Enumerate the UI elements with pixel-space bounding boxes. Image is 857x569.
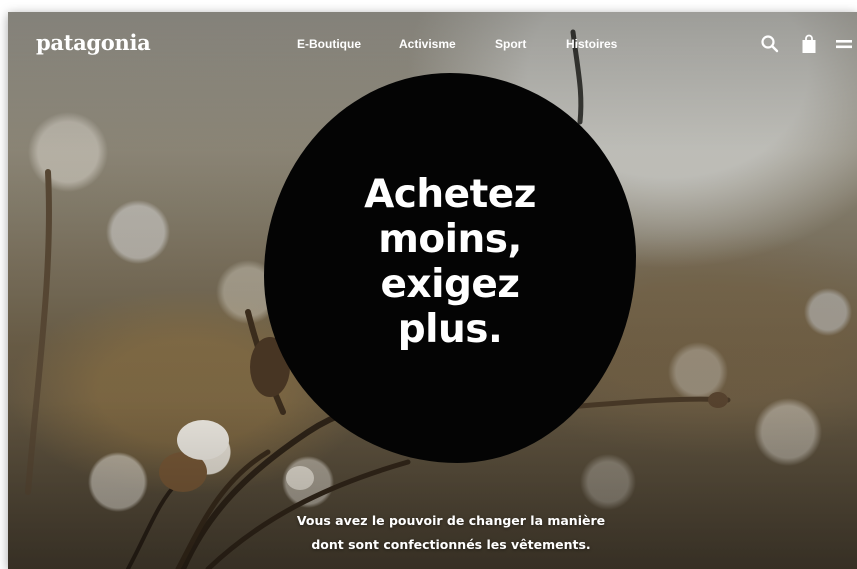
nav-link-activisme[interactable]: Activisme xyxy=(399,37,456,51)
search-icon[interactable] xyxy=(760,34,780,54)
shopping-bag-icon[interactable] xyxy=(799,34,819,54)
headline-line: Achetez xyxy=(364,172,536,217)
menu-icon[interactable] xyxy=(836,34,852,54)
hero-subtext: Vous avez le pouvoir de changer la maniè… xyxy=(208,509,694,557)
patagonia-logo[interactable]: patagonia xyxy=(36,30,151,55)
subtext-line: dont sont confectionnés les vêtements. xyxy=(311,537,591,552)
nav-link-sport[interactable]: Sport xyxy=(495,37,526,51)
headline-line: plus. xyxy=(397,307,503,352)
hero-headline: Achetez moins, exigez plus. xyxy=(264,172,636,352)
top-navigation-bar: patagonia E-Boutique Activisme Sport His… xyxy=(8,12,857,76)
nav-link-e-boutique[interactable]: E-Boutique xyxy=(297,37,361,51)
hero-frame: patagonia E-Boutique Activisme Sport His… xyxy=(8,12,857,569)
subtext-line: Vous avez le pouvoir de changer la maniè… xyxy=(296,513,606,528)
headline-line: exigez xyxy=(380,262,520,307)
headline-line: moins, xyxy=(378,217,522,262)
nav-link-histoires[interactable]: Histoires xyxy=(566,37,617,51)
